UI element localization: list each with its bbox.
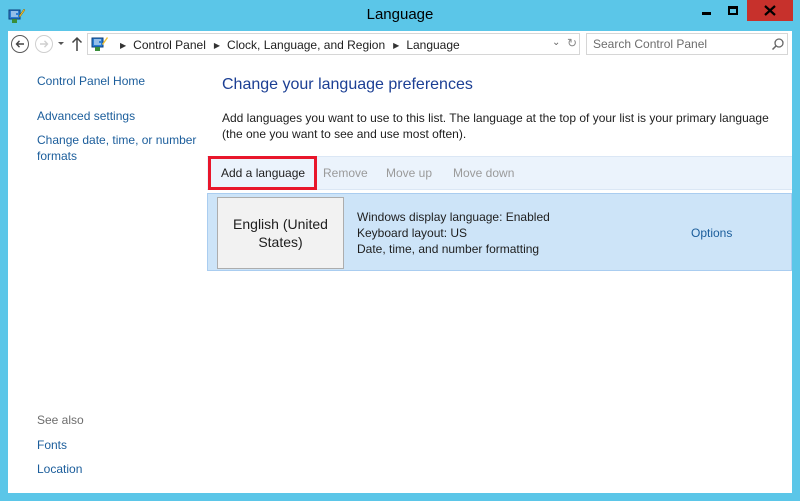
language-toolbar: Add a language Remove Move up Move down [207,156,792,190]
address-dropdown-icon[interactable]: ⌄ [552,37,560,48]
search-icon[interactable] [771,37,785,51]
address-bar[interactable]: ▶ Control Panel ▶ Clock, Language, and R… [87,33,580,55]
minimize-button[interactable] [693,0,719,21]
remove-button[interactable]: Remove [323,166,368,180]
chevron-right-icon[interactable]: ▶ [393,41,399,50]
change-date-time-formats-link[interactable]: Change date, time, or number formats [37,132,196,164]
page-title: Change your language preferences [222,76,473,93]
maximize-button[interactable] [719,0,747,21]
display-language-status: Windows display language: Enabled [357,210,550,224]
link-line-2: formats [37,149,78,163]
location-link[interactable]: Location [37,461,82,477]
page-description: Add languages you want to use to this li… [222,111,769,141]
breadcrumb-control-panel[interactable]: Control Panel [133,38,206,52]
arrow-left-icon [15,40,24,48]
search-input[interactable]: Search Control Panel [586,33,788,55]
control-panel-icon [91,37,108,51]
language-list-item[interactable]: English (United States) Windows display … [207,193,792,271]
arrow-up-icon [71,36,83,51]
add-language-button[interactable]: Add a language [221,166,305,180]
keyboard-layout: Keyboard layout: US [357,226,468,240]
forward-button[interactable] [35,35,53,53]
chevron-right-icon[interactable]: ▶ [120,41,126,50]
options-link[interactable]: Options [691,226,732,240]
title-bar[interactable]: Language [0,0,800,31]
arrow-right-icon [40,40,49,48]
move-down-button[interactable]: Move down [453,166,514,180]
see-also-heading: See also [37,413,84,427]
link-line-1: Change date, time, or number [37,133,197,147]
breadcrumb: ▶ Control Panel ▶ Clock, Language, and R… [112,37,460,53]
back-button[interactable] [11,35,29,53]
close-icon [764,5,776,16]
client-area: ▶ Control Panel ▶ Clock, Language, and R… [8,31,792,493]
breadcrumb-language[interactable]: Language [406,38,459,52]
chevron-down-icon [58,42,64,45]
refresh-icon[interactable]: ↻ [567,36,577,50]
control-panel-home-link[interactable]: Control Panel Home [37,73,145,89]
recent-locations-button[interactable] [57,37,67,49]
formatting-info: Date, time, and number formatting [357,242,540,256]
fonts-link[interactable]: Fonts [37,437,67,453]
up-button[interactable] [70,35,84,53]
language-details: Windows display language: Enabled Keyboa… [357,209,550,257]
left-nav: Control Panel Home Advanced settings Cha… [8,57,208,493]
minimize-icon [701,12,711,15]
window: Language ▶ Control Panel ▶ Clock, Langua… [0,0,800,501]
chevron-right-icon[interactable]: ▶ [214,41,220,50]
advanced-settings-link[interactable]: Advanced settings [37,108,135,124]
window-title: Language [366,6,434,23]
breadcrumb-clock-language-region[interactable]: Clock, Language, and Region [227,38,385,52]
address-row: ▶ Control Panel ▶ Clock, Language, and R… [8,31,792,57]
close-button[interactable] [747,0,793,21]
language-tile[interactable]: English (United States) [217,197,344,269]
maximize-icon [728,6,738,15]
search-placeholder: Search Control Panel [593,37,708,51]
move-up-button[interactable]: Move up [386,166,432,180]
